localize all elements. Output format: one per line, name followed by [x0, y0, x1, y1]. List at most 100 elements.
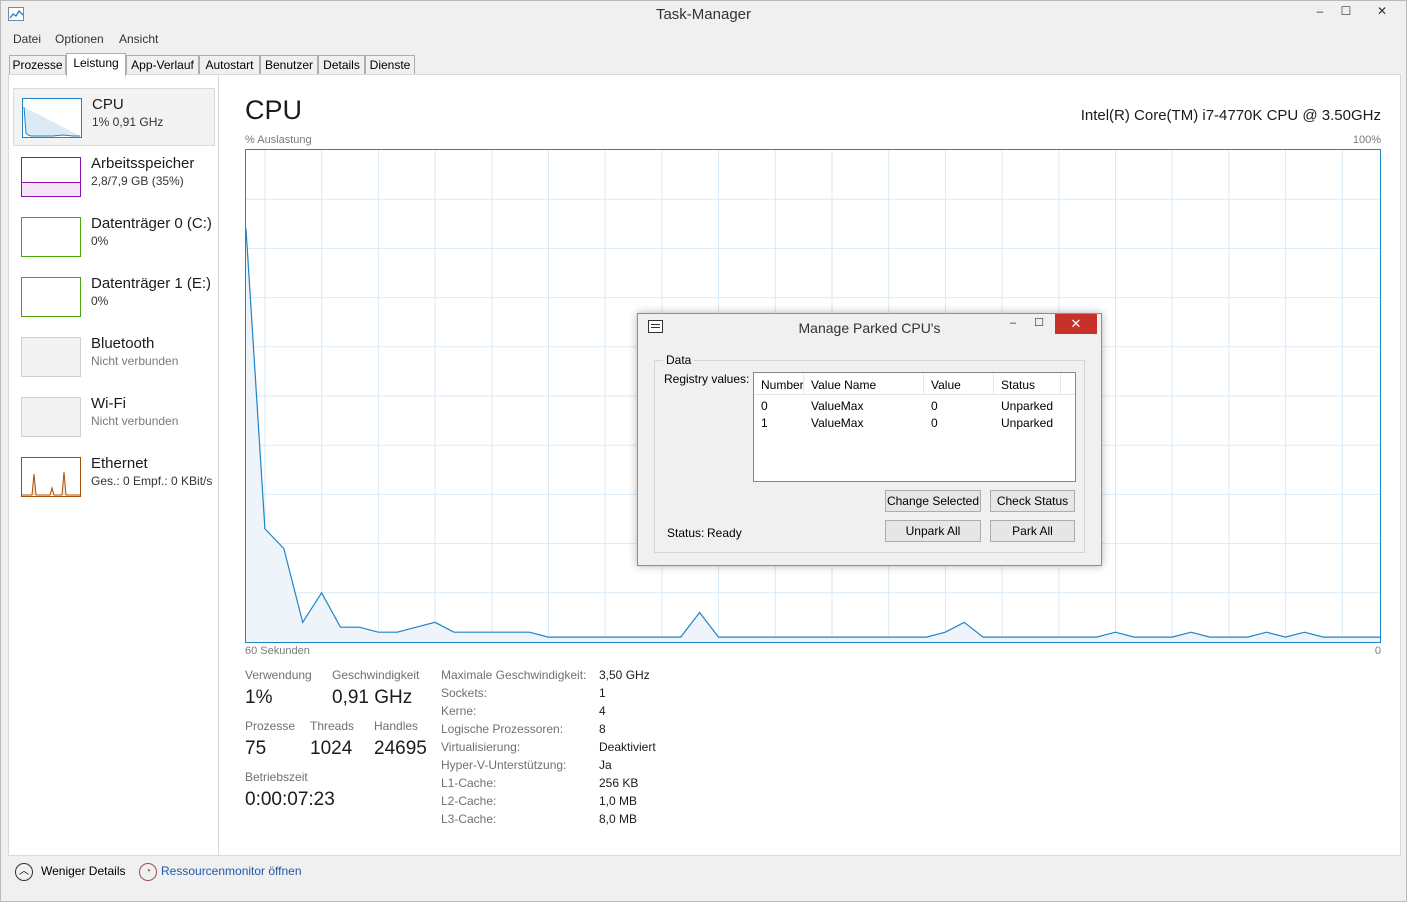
maximize-button[interactable]: ☐: [1332, 1, 1360, 23]
speed-value: 0,91 GHz: [332, 687, 413, 708]
table-row[interactable]: 1 ValueMax 0 Unparked: [754, 416, 1075, 433]
park-all-button[interactable]: Park All: [990, 520, 1075, 542]
tab-leistung[interactable]: Leistung: [66, 53, 126, 76]
spec-value: 8: [599, 722, 606, 736]
column-value-name[interactable]: Value Name: [811, 378, 876, 392]
less-details-button[interactable]: Weniger Details: [41, 864, 125, 878]
resource-monitor-link[interactable]: Ressourcenmonitor öffnen: [161, 864, 302, 878]
column-value[interactable]: Value: [931, 378, 961, 392]
spec-label: Sockets:: [441, 686, 488, 700]
row-status: Unparked: [1001, 399, 1054, 413]
spec-label: L2-Cache:: [441, 794, 497, 808]
spec-value: 256 KB: [599, 776, 639, 790]
menu-ansicht[interactable]: Ansicht: [119, 32, 158, 46]
sidebar-item-memory[interactable]: Arbeitsspeicher 2,8/7,9 GB (35%): [13, 148, 215, 206]
unpark-all-button[interactable]: Unpark All: [885, 520, 981, 542]
page-title: CPU: [245, 95, 303, 125]
dialog-minimize-button[interactable]: –: [1001, 314, 1025, 334]
sidebar-item-cpu[interactable]: CPU 1% 0,91 GHz: [13, 88, 215, 146]
y-max-label: 100%: [1352, 134, 1381, 146]
chevron-up-icon[interactable]: ︿: [15, 863, 33, 881]
sidebar-item-disk0[interactable]: Datenträger 0 (C:) 0%: [13, 208, 215, 266]
sidebar-item-ethernet[interactable]: Ethernet Ges.: 0 Empf.: 0 KBit/s: [13, 448, 215, 506]
column-status[interactable]: Status: [1001, 378, 1035, 392]
window-title: Task-Manager: [655, 6, 752, 23]
tab-benutzer[interactable]: Benutzer: [260, 55, 318, 75]
change-selected-button[interactable]: Change Selected: [885, 490, 981, 512]
resource-sidebar: CPU 1% 0,91 GHz Arbeitsspeicher 2,8/7,9 …: [9, 75, 219, 855]
bluetooth-thumbnail: [21, 337, 81, 377]
row-value: 0: [931, 416, 938, 430]
sidebar-item-disk1[interactable]: Datenträger 1 (E:) 0%: [13, 268, 215, 326]
title-bar[interactable]: Task-Manager – ☐ ✕: [1, 1, 1406, 29]
usage-value: 1%: [245, 687, 273, 708]
spec-value: 1: [599, 686, 606, 700]
processes-label: Prozesse: [245, 719, 296, 733]
dialog-maximize-button[interactable]: ☐: [1026, 314, 1052, 334]
processes-value: 75: [245, 738, 267, 759]
menu-datei[interactable]: Datei: [13, 32, 41, 46]
group-label: Data: [663, 353, 695, 367]
row-number: 0: [761, 399, 768, 413]
spec-label: Maximale Geschwindigkeit:: [441, 668, 587, 682]
sidebar-item-sub: Nicht verbunden: [91, 414, 179, 428]
footer-bar: ︿ Weniger Details ◔ Ressourcenmonitor öf…: [1, 857, 1406, 891]
uptime-value: 0:00:07:23: [245, 789, 335, 810]
handles-value: 24695: [374, 738, 427, 759]
sidebar-item-bluetooth[interactable]: Bluetooth Nicht verbunden: [13, 328, 215, 386]
tab-autostart[interactable]: Autostart: [199, 55, 260, 75]
sidebar-item-wifi[interactable]: Wi-Fi Nicht verbunden: [13, 388, 215, 446]
usage-label: Verwendung: [245, 668, 312, 682]
sidebar-item-sub: 0%: [91, 234, 109, 248]
spec-label: Kerne:: [441, 704, 477, 718]
row-number: 1: [761, 416, 768, 430]
row-value-name: ValueMax: [811, 399, 864, 413]
wifi-thumbnail: [21, 397, 81, 437]
y-axis-label: % Auslastung: [245, 134, 312, 146]
cpu-model: Intel(R) Core(TM) i7-4770K CPU @ 3.50GHz: [1080, 107, 1381, 124]
spec-value: Ja: [599, 758, 612, 772]
registry-values-label: Registry values:: [664, 372, 750, 386]
spec-label: L1-Cache:: [441, 776, 497, 790]
sidebar-item-sub: Ges.: 0 Empf.: 0 KBit/s: [91, 474, 213, 488]
table-row[interactable]: 0 ValueMax 0 Unparked: [754, 399, 1075, 416]
disk0-thumbnail: [21, 217, 81, 257]
column-number[interactable]: Number: [761, 378, 804, 392]
memory-thumbnail: [21, 157, 81, 197]
sidebar-item-sub: 1% 0,91 GHz: [92, 115, 164, 129]
status-label: Status:: [667, 526, 705, 540]
close-button[interactable]: ✕: [1360, 1, 1404, 23]
spec-value: 8,0 MB: [599, 812, 638, 826]
tab-dienste[interactable]: Dienste: [365, 55, 415, 75]
sidebar-item-label: CPU: [92, 96, 124, 113]
dialog-close-button[interactable]: ✕: [1055, 314, 1097, 334]
minimize-button[interactable]: –: [1306, 1, 1334, 23]
spec-label: L3-Cache:: [441, 812, 497, 826]
spec-value: 1,0 MB: [599, 794, 638, 808]
listview-header: Number Value Name Value Status: [754, 373, 1075, 395]
menu-optionen[interactable]: Optionen: [55, 32, 104, 46]
check-status-button[interactable]: Check Status: [990, 490, 1075, 512]
spec-value: 3,50 GHz: [599, 668, 650, 682]
cpu-thumbnail: [22, 98, 82, 138]
spec-value: 4: [599, 704, 606, 718]
resource-monitor-icon: ◔: [139, 863, 157, 881]
sidebar-item-label: Wi-Fi: [91, 395, 126, 412]
spec-label: Logische Prozessoren:: [441, 722, 564, 736]
sidebar-item-label: Datenträger 0 (C:): [91, 215, 212, 232]
row-value-name: ValueMax: [811, 416, 864, 430]
ethernet-thumbnail: [21, 457, 81, 497]
sidebar-item-sub: 2,8/7,9 GB (35%): [91, 174, 184, 188]
tab-prozesse[interactable]: Prozesse: [9, 55, 66, 75]
x-axis-label: 60 Sekunden: [245, 645, 310, 657]
tab-app-verlauf[interactable]: App-Verlauf: [126, 55, 199, 75]
task-manager-window: Task-Manager – ☐ ✕ Datei Optionen Ansich…: [0, 0, 1407, 902]
sidebar-item-sub: 0%: [91, 294, 109, 308]
row-value: 0: [931, 399, 938, 413]
uptime-label: Betriebszeit: [245, 770, 308, 784]
row-status: Unparked: [1001, 416, 1054, 430]
handles-label: Handles: [374, 719, 419, 733]
registry-listview[interactable]: Number Value Name Value Status 0 ValueMa…: [753, 372, 1076, 482]
spec-label: Virtualisierung:: [441, 740, 521, 754]
tab-details[interactable]: Details: [318, 55, 365, 75]
